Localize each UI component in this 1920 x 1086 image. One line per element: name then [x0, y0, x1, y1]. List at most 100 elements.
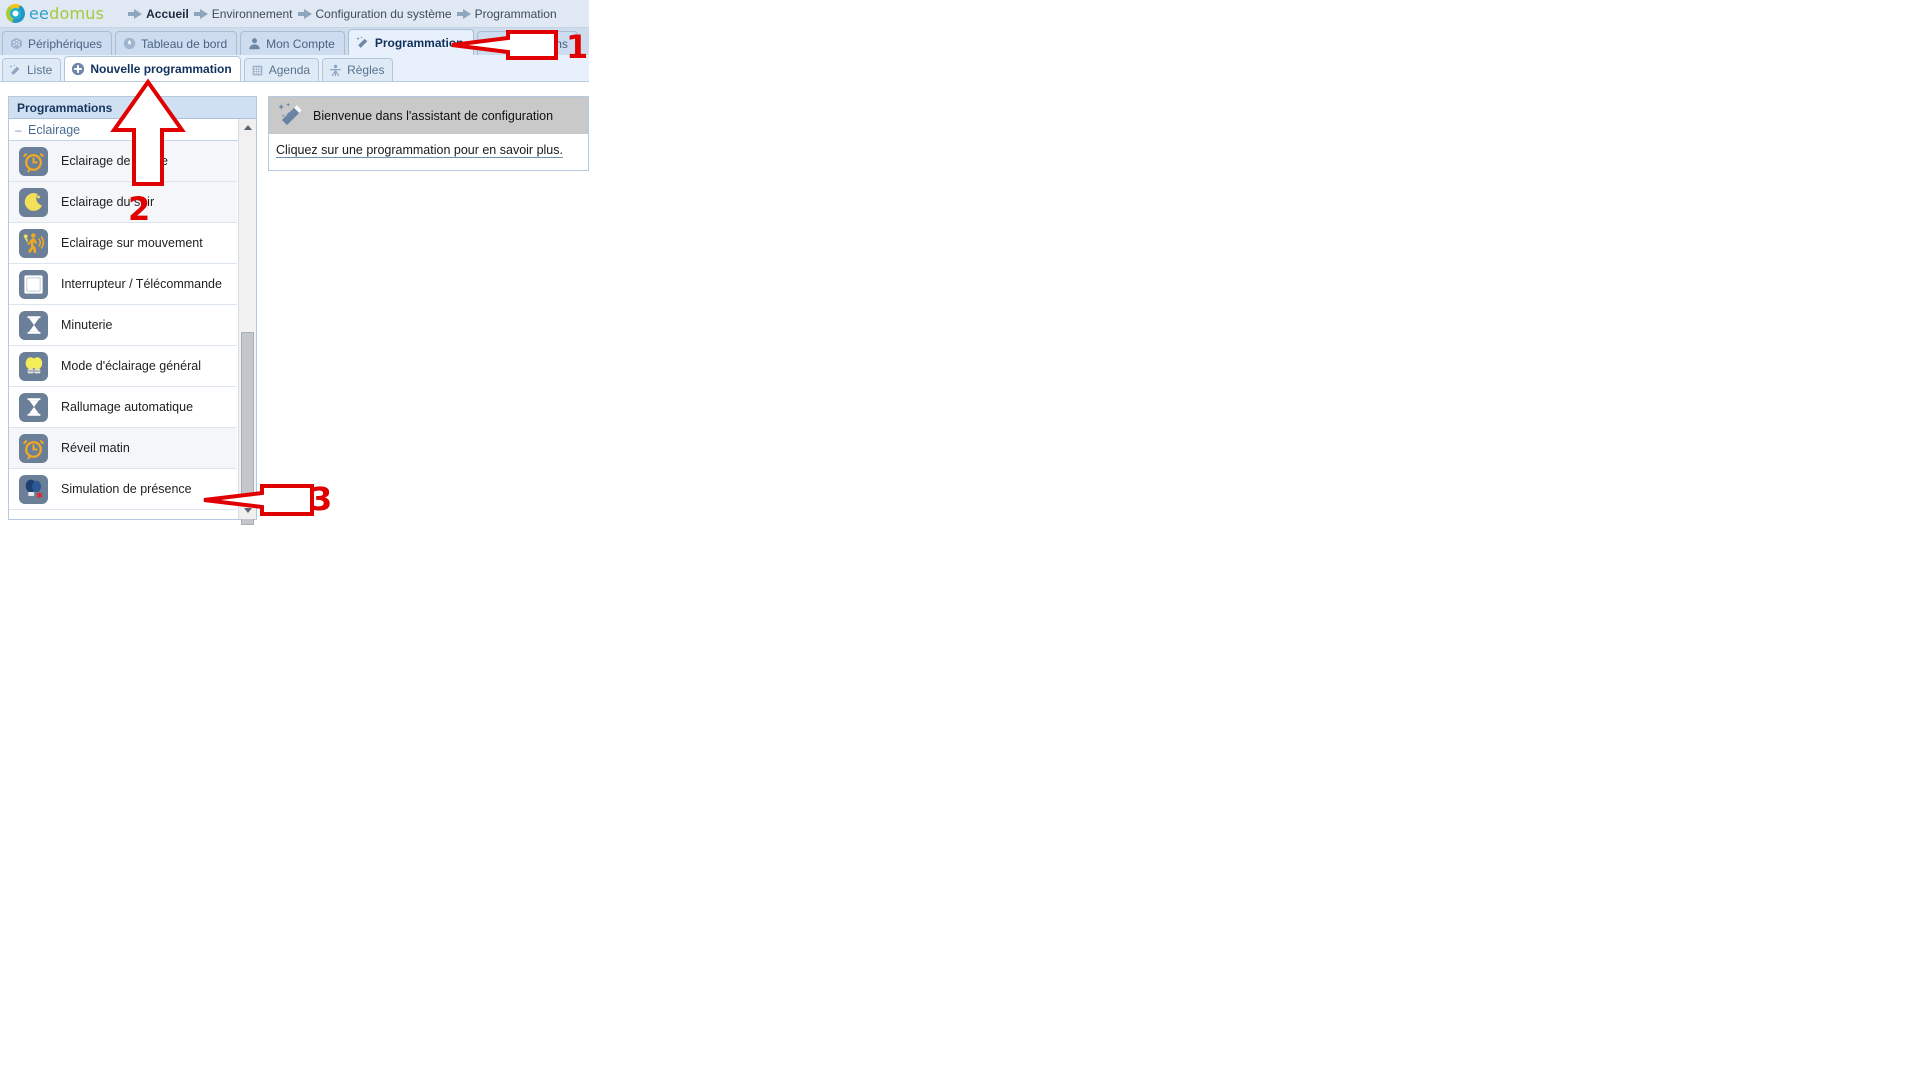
scroll-down-button[interactable] [239, 502, 256, 519]
breadcrumb-item-accueil[interactable]: Accueil [128, 7, 189, 21]
sidebar-item-eclairage-sur-mouvement[interactable]: Eclairage sur mouvement [9, 223, 237, 264]
tab-agenda[interactable]: Agenda [243, 58, 320, 81]
assistant-banner: Bienvenue dans l'assistant de configurat… [269, 97, 588, 134]
arrow-right-icon [193, 8, 208, 19]
chevron-down-icon [243, 508, 252, 513]
devices-cube-icon [10, 37, 23, 50]
tab-label: Agenda [268, 63, 311, 77]
top-bar: eedomus Accueil Environnement Configurat… [0, 0, 589, 28]
presence-simulation-icon [19, 474, 48, 504]
sidebar-item-eclairage-du-soir[interactable]: Eclairage du soir [9, 182, 237, 223]
sidebar-scrollbar[interactable] [238, 119, 256, 525]
sidebar-item-simulation-de-presence[interactable]: Simulation de présence [9, 469, 237, 510]
tab-label: Tableau de bord [141, 36, 228, 51]
arrow-right-icon [456, 8, 471, 19]
gauge-icon [123, 37, 136, 50]
calendar-building-icon [251, 64, 264, 77]
brand-name-part-b: domus [49, 3, 105, 23]
tab-regles[interactable]: Règles [322, 58, 394, 81]
breadcrumb-label: Configuration du système [315, 6, 452, 21]
breadcrumb-label: Accueil [146, 6, 189, 21]
scroll-up-button[interactable] [239, 119, 256, 136]
sidebar-item-minuterie[interactable]: Minuterie [9, 305, 237, 346]
tab-label: Règles [347, 63, 385, 77]
plus-circle-icon [71, 62, 85, 76]
tab-nouvelle-programmation[interactable]: Nouvelle programmation [64, 56, 241, 81]
sidebar-item-label: Rallumage automatique [61, 400, 194, 414]
sidebar-item-label: Réveil matin [61, 441, 130, 455]
sidebar-item-list: Eclairage de soirée Eclairage du soir Ec… [9, 141, 237, 510]
switch-icon [19, 269, 48, 299]
assistant-instruction-link[interactable]: en savoir plus. [482, 143, 563, 158]
alarm-clock-icon [19, 433, 48, 463]
arrow-right-icon [297, 8, 312, 19]
sidebar-item-label: Simulation de présence [61, 482, 192, 496]
assistant-banner-title: Bienvenue dans l'assistant de configurat… [313, 108, 554, 123]
megaphone-icon [485, 37, 498, 50]
magic-wand-icon [9, 63, 22, 77]
sidebar-item-eclairage-de-soiree[interactable]: Eclairage de soirée [9, 141, 237, 182]
tab-mon-compte[interactable]: Mon Compte [240, 31, 345, 55]
tab-programmation[interactable]: Programmation [347, 29, 474, 55]
rules-person-icon [329, 64, 342, 77]
assistant-instruction-text: Cliquez sur une programmation pour [276, 143, 483, 158]
sidebar-group-eclairage[interactable]: – Eclairage [9, 119, 256, 141]
hourglass-icon [19, 310, 48, 340]
brand-name-part-a: ee [29, 3, 50, 23]
brand-name: eedomus [29, 3, 105, 23]
annotation-number-3: 3 [310, 480, 333, 518]
sidebar-item-label: Eclairage de soirée [61, 154, 169, 168]
annotation-number-1: 1 [566, 28, 589, 66]
assistant-instruction: Cliquez sur une programmation pour en sa… [276, 143, 588, 158]
two-bulbs-icon [19, 351, 48, 381]
sidebar-header: Programmations [9, 97, 256, 119]
tab-label: Programmation [374, 35, 464, 50]
tab-label: Liste [27, 63, 53, 77]
sidebar-item-mode-eclairage-general[interactable]: Mode d'éclairage général [9, 346, 237, 387]
brand-logo[interactable]: eedomus [6, 4, 104, 23]
tab-label: Mon Compte [266, 36, 335, 51]
magic-wand-icon [356, 35, 370, 50]
sidebar-item-reveil-matin[interactable]: Réveil matin [9, 428, 237, 469]
annotation-number-2: 2 [128, 190, 151, 228]
moon-icon [19, 187, 48, 217]
breadcrumb-item-configuration-systeme[interactable]: Configuration du système [297, 6, 452, 21]
assistant-link-part1: en savoir [482, 143, 534, 157]
sidebar-item-label: Interrupteur / Télécommande [61, 277, 222, 291]
secondary-tab-bar: Liste Nouvelle programmation Agenda Règl… [0, 55, 589, 82]
chevron-up-icon [243, 125, 252, 130]
arrow-right-icon [128, 8, 143, 19]
sidebar-group-label: Eclairage [28, 122, 81, 137]
alarm-clock-icon [19, 146, 48, 176]
scrollbar-thumb[interactable] [241, 332, 254, 525]
sidebar-item-label: Minuterie [61, 318, 113, 332]
assistant-body: Cliquez sur une programmation pour en sa… [269, 134, 588, 158]
breadcrumb: Accueil Environnement Configuration du s… [128, 7, 557, 21]
assistant-link-part2: plus. [533, 143, 563, 157]
tab-label: Périphériques [28, 36, 103, 51]
breadcrumb-item-environnement[interactable]: Environnement [193, 6, 293, 21]
eedomus-app-window: eedomus Accueil Environnement Configurat… [0, 0, 1920, 1086]
tab-liste[interactable]: Liste [2, 58, 62, 81]
eedomus-ring-logo-icon [6, 4, 25, 23]
breadcrumb-item-programmation[interactable]: Programmation [456, 6, 557, 21]
assistant-panel: Bienvenue dans l'assistant de configurat… [268, 96, 589, 171]
sidebar-item-interrupteur-telecommande[interactable]: Interrupteur / Télécommande [9, 264, 237, 305]
content-area: Programmations – Eclairage Eclairage de … [0, 82, 589, 532]
tab-notifications[interactable]: Notifications [476, 31, 578, 55]
primary-tab-bar: Périphériques Tableau de bord Mon Compte… [0, 28, 589, 55]
programmations-sidebar: Programmations – Eclairage Eclairage de … [8, 96, 257, 525]
tab-label: Nouvelle programmation [90, 62, 232, 76]
collapse-toggle-icon[interactable]: – [15, 123, 24, 137]
tab-label: Notifications [502, 36, 568, 51]
breadcrumb-label: Environnement [211, 6, 293, 21]
breadcrumb-label: Programmation [474, 6, 557, 21]
sidebar-item-rallumage-automatique[interactable]: Rallumage automatique [9, 387, 237, 428]
hourglass-icon [19, 392, 48, 422]
user-icon [248, 37, 261, 50]
tab-tableau-de-bord[interactable]: Tableau de bord [115, 31, 238, 55]
sidebar-item-label: Eclairage sur mouvement [61, 236, 203, 250]
sidebar-item-label: Mode d'éclairage général [61, 359, 201, 373]
magic-wand-icon [277, 101, 305, 130]
tab-peripheriques[interactable]: Périphériques [2, 31, 113, 55]
